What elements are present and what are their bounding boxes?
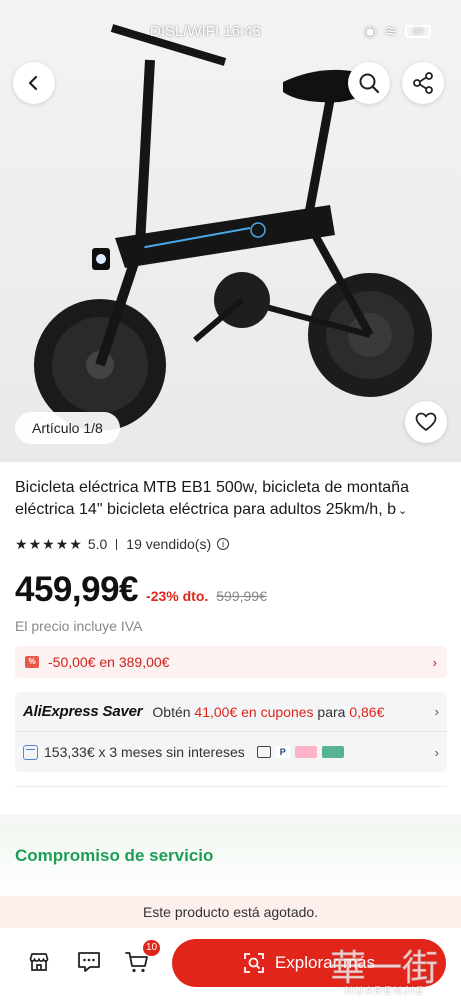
share-icon (413, 72, 433, 94)
product-image (34, 24, 432, 431)
wishlist-button[interactable] (405, 401, 447, 443)
scan-search-icon (244, 953, 264, 973)
status-bar-text: DISL/WIFI 16:43 (150, 22, 261, 40)
discount-badge: -23% dto. (146, 588, 209, 604)
card-icon (256, 746, 271, 758)
product-title-text: Bicicleta eléctrica MTB EB1 500w, bicicl… (15, 479, 409, 518)
cart-count-badge: 10 (143, 940, 161, 956)
star-icon: ★ (28, 536, 42, 552)
chevron-down-icon[interactable]: ⌄ (398, 500, 407, 522)
info-icon[interactable]: i (217, 538, 230, 550)
watermark-text: HUARENJIE (345, 985, 426, 997)
rating-value: 5.0 (87, 536, 108, 552)
section-gap (0, 814, 461, 826)
klarna-icon (294, 746, 317, 758)
share-button[interactable] (402, 62, 444, 104)
coupon-icon: % (25, 656, 39, 668)
star-icon: ★ (69, 536, 82, 552)
search-button[interactable] (348, 62, 390, 104)
eye-icon: ◉ (363, 23, 377, 40)
chevron-right-icon: › (434, 744, 439, 760)
current-price: 459,99€ (15, 570, 139, 609)
installments-text: 153,33€ x 3 meses sin intereses (44, 744, 245, 760)
rating-stars: ★ ★ ★ ★ ★ (15, 537, 82, 551)
divider (116, 538, 118, 550)
sold-count: 19 vendido(s) (126, 536, 212, 552)
back-button[interactable] (13, 62, 55, 104)
heart-icon (415, 412, 437, 431)
battery-icon: 60 (405, 24, 431, 38)
calendar-icon (23, 744, 38, 760)
image-counter: Artículo 1/8 (15, 412, 120, 444)
search-icon (359, 73, 380, 94)
star-icon: ★ (55, 536, 69, 552)
saver-middle: para (317, 703, 346, 720)
star-icon: ★ (42, 536, 55, 552)
status-bar: DISL/WIFI 16:43 ◉ ≋ 60 (150, 20, 431, 42)
service-title: Compromiso de servicio (15, 846, 214, 865)
original-price: 599,99€ (216, 588, 267, 604)
wifi-icon: ≋ (384, 23, 397, 40)
store-icon (29, 953, 49, 971)
saver-row[interactable]: AliExpress Saver Obtén 41,00€ en cupones… (15, 692, 447, 731)
product-title[interactable]: Bicicleta eléctrica MTB EB1 500w, bicicl… (15, 477, 450, 522)
service-commitment-section[interactable]: Compromiso de servicio (0, 826, 461, 896)
message-button[interactable] (76, 949, 102, 975)
payment-methods: P (256, 746, 344, 758)
star-icon: ★ (15, 536, 28, 552)
installments-row[interactable]: 153,33€ x 3 meses sin intereses P › (15, 732, 447, 772)
chevron-left-icon (28, 75, 38, 91)
saver-prefix: Obtén (152, 703, 191, 720)
svg-text:華一街: 華一街 (330, 948, 438, 989)
coupon-banner[interactable]: % -50,00€ en 389,00€ › (15, 646, 447, 678)
paypal-icon: P (275, 746, 290, 758)
sold-out-notice: Este producto está agotado. (0, 896, 461, 928)
chevron-right-icon: › (432, 654, 437, 670)
price-row: 459,99€ -23% dto. 599,99€ (15, 570, 267, 614)
sequra-icon (321, 746, 344, 758)
saver-amount: 41,00€ en cupones (194, 703, 314, 720)
product-image-gallery[interactable]: DISL/WIFI 16:43 ◉ ≋ 60 Artículo 1/8 (0, 0, 461, 462)
coupon-text: -50,00€ en 389,00€ (48, 654, 170, 670)
divider (15, 786, 447, 787)
promotions-panel: AliExpress Saver Obtén 41,00€ en cupones… (15, 692, 447, 772)
rating-row[interactable]: ★ ★ ★ ★ ★ 5.0 19 vendido(s) i (15, 535, 230, 553)
chevron-right-icon: › (434, 704, 439, 719)
chat-icon (78, 952, 100, 972)
aliexpress-saver-logo: AliExpress Saver (23, 703, 143, 720)
saver-price: 0,86€ (349, 703, 385, 720)
store-button[interactable] (26, 949, 52, 975)
vat-note: El precio incluye IVA (15, 618, 143, 634)
